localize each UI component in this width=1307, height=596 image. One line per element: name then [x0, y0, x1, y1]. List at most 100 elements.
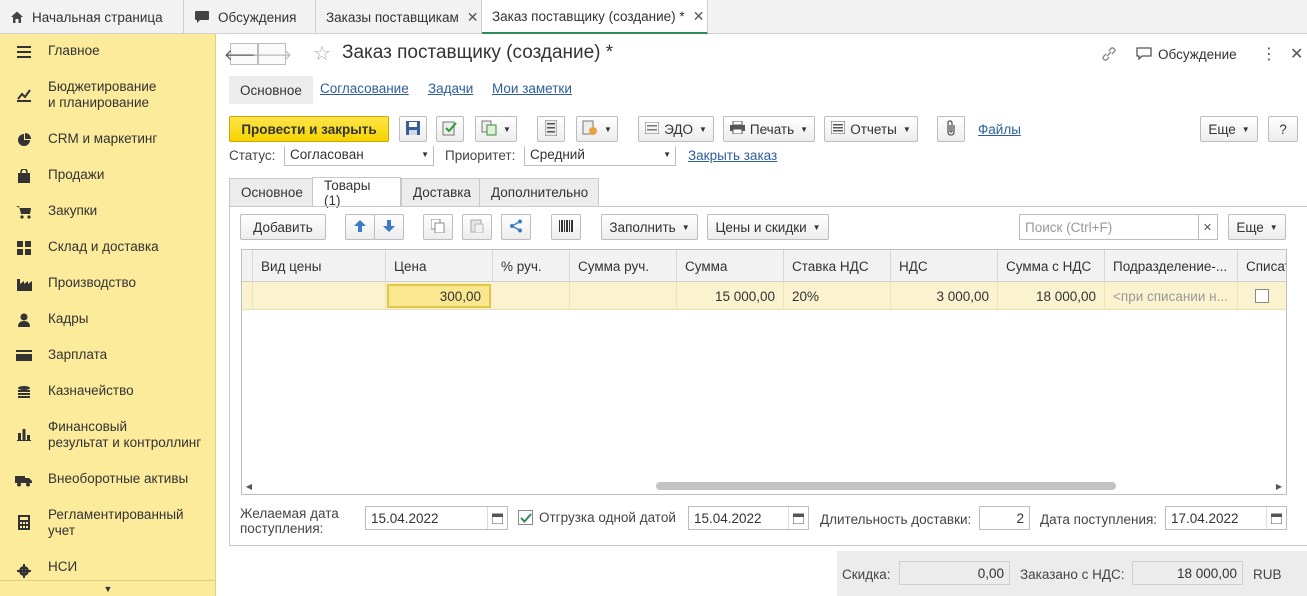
sidebar-item-budgeting[interactable]: Бюджетирование и планирование	[0, 79, 216, 111]
more-vertical-icon[interactable]: ⋮	[1261, 44, 1277, 64]
sidebar-item-sales[interactable]: Продажи	[0, 167, 216, 183]
sidebar-item-fixed-assets[interactable]: Внеоборотные активы	[0, 471, 216, 487]
close-icon[interactable]: ✕	[1290, 44, 1303, 64]
cell-sum-with-vat[interactable]: 18 000,00	[998, 282, 1105, 310]
more-button[interactable]: Еще ▼	[1200, 116, 1258, 142]
desired-date-input[interactable]: 15.04.2022	[365, 506, 508, 530]
link-icon[interactable]	[1101, 46, 1117, 65]
column-header[interactable]: Сумма с НДС	[998, 250, 1105, 282]
nav-notes[interactable]: Мои заметки	[492, 81, 572, 96]
subtab-delivery[interactable]: Доставка	[401, 178, 480, 206]
totals-bar: Скидка: 0,00 Заказано с НДС: 18 000,00 R…	[837, 551, 1307, 596]
calendar-icon[interactable]	[788, 507, 808, 529]
column-header[interactable]: НДС	[891, 250, 998, 282]
post-button[interactable]	[436, 116, 464, 142]
close-icon[interactable]: ✕	[693, 8, 705, 25]
forward-button[interactable]: 🡒	[252, 43, 292, 65]
column-header[interactable]: Сумма	[677, 250, 784, 282]
create-based-on-button[interactable]: ▼	[475, 116, 517, 142]
writeoff-checkbox[interactable]	[1255, 289, 1269, 303]
tab-discussions[interactable]: Обсуждения	[184, 0, 316, 34]
sidebar-item-main[interactable]: Главное	[0, 43, 216, 59]
sidebar-item-treasury[interactable]: Казначейство	[0, 383, 216, 399]
paste-button[interactable]	[462, 214, 492, 240]
sidebar-item-production[interactable]: Производство	[0, 275, 216, 291]
subtab-goods[interactable]: Товары (1)	[312, 177, 401, 208]
add-row-button[interactable]: Добавить	[240, 214, 326, 240]
save-button[interactable]	[399, 116, 427, 142]
move-up-button[interactable]	[345, 214, 375, 240]
scroll-track[interactable]	[256, 482, 1272, 490]
tab-supplier-orders[interactable]: Заказы поставщикам ✕	[316, 0, 482, 34]
column-header[interactable]: Цена	[386, 250, 493, 282]
status-select[interactable]: Согласован ▼	[284, 146, 434, 166]
column-header[interactable]: Списат	[1238, 250, 1286, 282]
reports-button[interactable]: Отчеты ▼	[824, 116, 918, 142]
attach-button[interactable]	[937, 116, 965, 142]
sidebar-item-nsi[interactable]: НСИ	[0, 559, 216, 578]
search-input[interactable]: Поиск (Ctrl+F)	[1019, 214, 1199, 240]
sidebar-item-warehouse[interactable]: Склад и доставка	[0, 239, 216, 255]
cell-manual-pct[interactable]	[493, 282, 570, 310]
grid-more-button[interactable]: Еще ▼	[1228, 214, 1286, 240]
nav-tasks[interactable]: Задачи	[428, 81, 473, 96]
barcode-button[interactable]	[551, 214, 581, 240]
horizontal-scrollbar[interactable]: ◀ ▶	[242, 478, 1286, 494]
edo-button[interactable]: ЭДО ▼	[638, 116, 714, 142]
column-header[interactable]: Сумма руч.	[570, 250, 677, 282]
print-button[interactable]: Печать ▼	[723, 116, 815, 142]
table-row[interactable]: 300,00 15 000,00 20% 3 000,00 18 000,00 …	[242, 282, 1286, 310]
post-and-close-button[interactable]: Провести и закрыть	[229, 116, 389, 142]
sidebar-item-purchases[interactable]: Закупки	[0, 203, 216, 219]
tab-home[interactable]: Начальная страница	[0, 0, 184, 34]
cell-vat[interactable]: 3 000,00	[891, 282, 998, 310]
cell-manual-sum[interactable]	[570, 282, 677, 310]
discussion-button[interactable]: Обсуждение	[1136, 46, 1237, 63]
checkbox-checked-icon[interactable]	[518, 510, 533, 525]
help-button[interactable]: ?	[1268, 116, 1298, 142]
structure-button[interactable]	[537, 116, 565, 142]
sidebar-item-regulated[interactable]: Регламентированный учет	[0, 507, 216, 539]
files-link[interactable]: Файлы	[978, 122, 1021, 137]
single-date-checkbox[interactable]: Отгрузка одной датой	[518, 510, 676, 525]
close-order-link[interactable]: Закрыть заказ	[688, 148, 777, 163]
priority-select[interactable]: Средний ▼	[524, 146, 676, 166]
star-icon[interactable]: ☆	[313, 41, 331, 66]
cell-price-type[interactable]	[253, 282, 386, 310]
sidebar-item-finance[interactable]: Финансовый результат и контроллинг	[0, 419, 216, 451]
column-header[interactable]: Вид цены	[253, 250, 386, 282]
split-button[interactable]	[501, 214, 531, 240]
subtab-additional[interactable]: Дополнительно	[479, 178, 599, 206]
cell-sum[interactable]: 15 000,00	[677, 282, 784, 310]
single-date-input[interactable]: 15.04.2022	[688, 506, 809, 530]
scroll-right-icon[interactable]: ▶	[1272, 482, 1286, 491]
move-down-button[interactable]	[374, 214, 404, 240]
subtab-main[interactable]: Основное	[229, 178, 313, 206]
arrival-date-input[interactable]: 17.04.2022	[1165, 506, 1287, 530]
cell-writeoff[interactable]	[1238, 282, 1286, 310]
sidebar-item-salary[interactable]: Зарплата	[0, 347, 216, 363]
sidebar-item-crm[interactable]: CRM и маркетинг	[0, 131, 216, 147]
scroll-thumb[interactable]	[656, 482, 1116, 490]
nav-approval[interactable]: Согласование	[320, 81, 409, 96]
sidebar-item-hr[interactable]: Кадры	[0, 311, 216, 327]
close-icon[interactable]: ✕	[467, 9, 479, 26]
copy-row-button[interactable]	[423, 214, 453, 240]
sidebar-scroll-down[interactable]: ▼	[0, 580, 216, 596]
prices-discounts-button[interactable]: Цены и скидки ▼	[707, 214, 829, 240]
cell-department[interactable]: <при списании н...	[1105, 282, 1238, 310]
tab-supplier-order-new[interactable]: Заказ поставщику (создание) * ✕	[482, 0, 708, 34]
calendar-icon[interactable]	[487, 507, 507, 529]
column-header[interactable]: Подразделение-...	[1105, 250, 1238, 282]
duration-input[interactable]: 2	[979, 506, 1030, 530]
cell-price[interactable]: 300,00	[387, 284, 491, 308]
column-header[interactable]: % руч.	[493, 250, 570, 282]
cell-vat-rate[interactable]: 20%	[784, 282, 891, 310]
column-header[interactable]: Ставка НДС	[784, 250, 891, 282]
nav-main[interactable]: Основное	[229, 76, 313, 104]
attachments-button[interactable]: ▼	[576, 116, 618, 142]
calendar-icon[interactable]	[1266, 507, 1286, 529]
fill-button[interactable]: Заполнить ▼	[601, 214, 698, 240]
clear-search-button[interactable]: ✕	[1198, 214, 1218, 240]
scroll-left-icon[interactable]: ◀	[242, 482, 256, 491]
